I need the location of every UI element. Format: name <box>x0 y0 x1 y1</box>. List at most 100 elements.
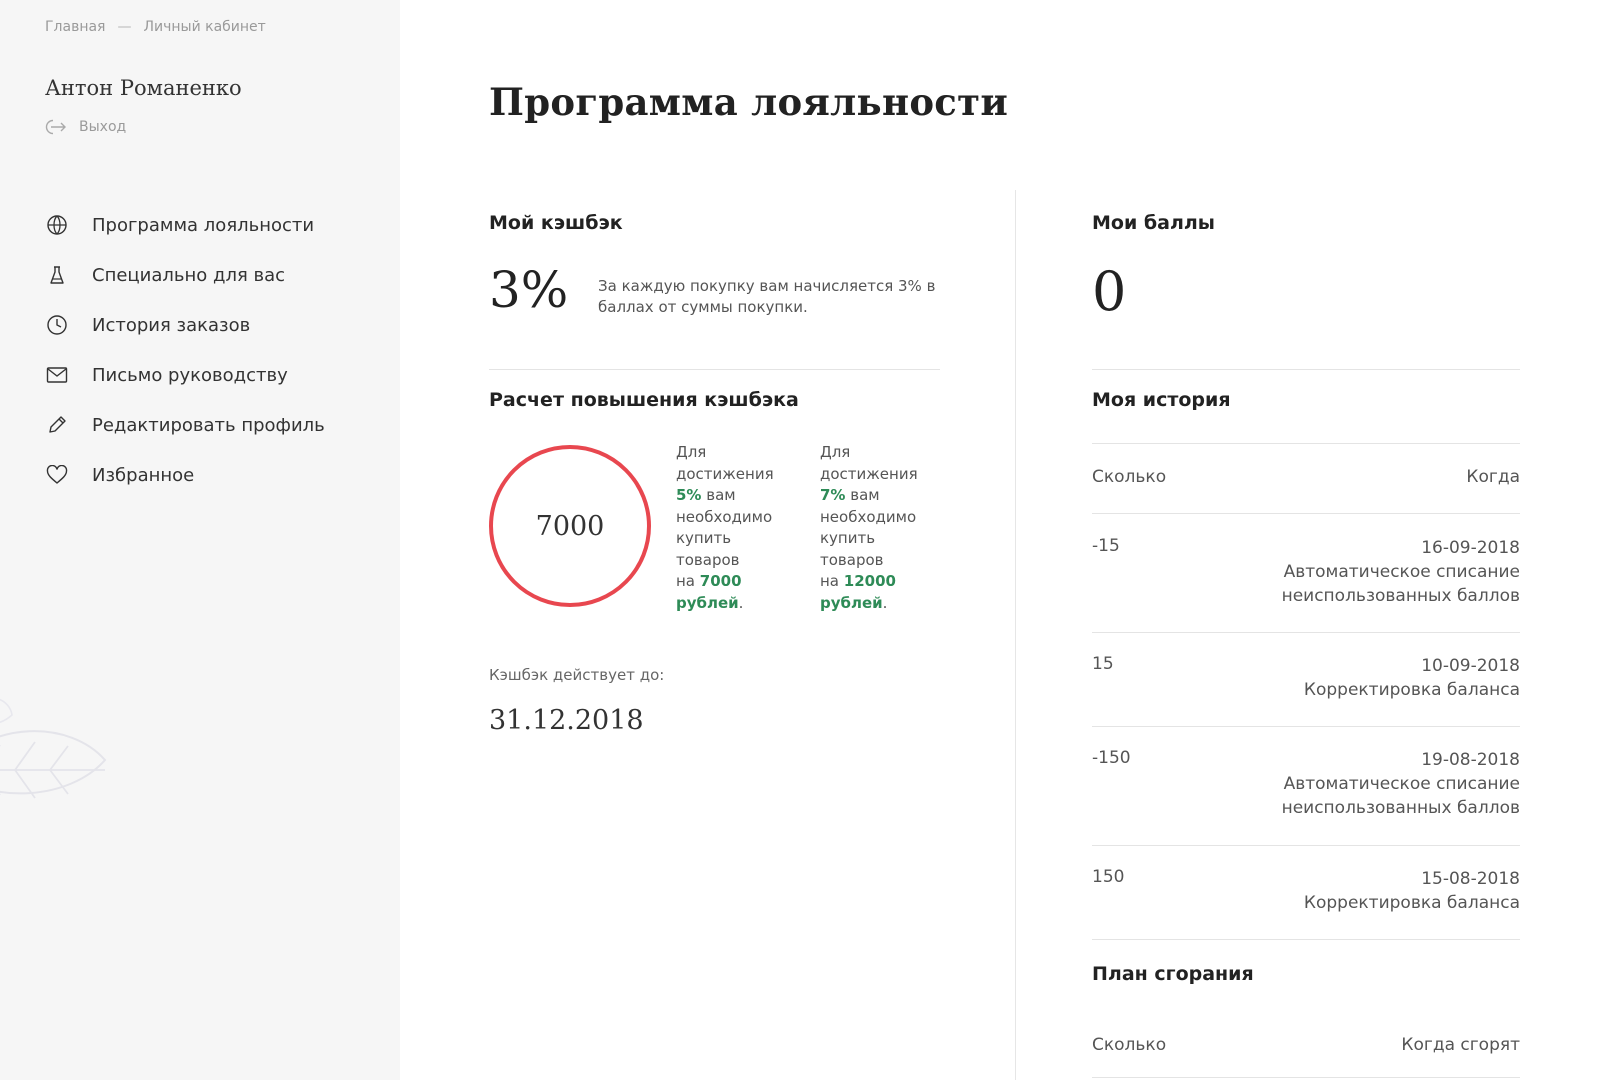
history-description: неиспользованных баллов <box>1281 586 1520 606</box>
tier-text: необходимо <box>820 507 917 526</box>
cashback-valid-date: 31.12.2018 <box>489 705 644 736</box>
tier-text: . <box>738 593 744 612</box>
section-divider <box>1092 369 1520 370</box>
tier-currency: рублей <box>676 593 739 612</box>
tier-text: на 12000 <box>820 571 940 593</box>
cashback-tier-7: Для достижения 7% вам необходимо купить … <box>820 442 940 614</box>
sidebar: Главная — Личный кабинет Антон Романенко… <box>0 0 400 1080</box>
clock-icon <box>45 313 69 337</box>
cashback-title: Мой кэшбэк <box>489 212 623 234</box>
tier-text: достижения <box>820 464 918 483</box>
history-details: 19-08-2018 Автоматическое списание неисп… <box>1282 748 1520 820</box>
tier-percent: 7% <box>820 486 846 504</box>
sidebar-item-label: История заказов <box>92 314 251 336</box>
tier-text: Для <box>820 443 851 461</box>
table-divider <box>1092 726 1520 727</box>
section-divider <box>489 369 940 370</box>
gift-icon <box>45 263 69 287</box>
tier-currency: рублей <box>820 593 883 612</box>
logout-label: Выход <box>79 119 127 135</box>
history-details: 15-08-2018 Корректировка баланса <box>1304 867 1520 915</box>
history-date: 19-08-2018 <box>1421 750 1520 770</box>
cashback-calc-title: Расчет повышения кэшбэка <box>489 389 799 411</box>
tier-text: рублей. <box>820 593 940 615</box>
history-amount: -150 <box>1092 748 1131 768</box>
burn-table-header: Сколько Когда сгорят <box>1092 1035 1520 1055</box>
breadcrumb: Главная — Личный кабинет <box>45 19 266 35</box>
user-name: Антон Романенко <box>45 76 242 100</box>
table-divider <box>1092 939 1520 940</box>
envelope-icon <box>45 363 69 387</box>
tier-text: 5% вам <box>676 485 796 507</box>
tier-text: Для <box>676 443 707 461</box>
column-header-burn-when: Когда сгорят <box>1401 1035 1520 1055</box>
history-amount: 150 <box>1092 867 1125 887</box>
history-row: 15 10-09-2018 Корректировка баланса <box>1092 654 1520 702</box>
heart-icon <box>45 463 69 487</box>
logout-link[interactable]: Выход <box>45 119 126 135</box>
table-divider <box>1092 513 1520 514</box>
sidebar-nav: Программа лояльности Специально для вас … <box>45 196 375 504</box>
column-divider <box>1015 190 1016 1080</box>
points-title: Мои баллы <box>1092 212 1215 234</box>
table-divider <box>1092 632 1520 633</box>
breadcrumb-home-link[interactable]: Главная <box>45 19 105 35</box>
points-value: 0 <box>1092 260 1127 323</box>
history-description: неиспользованных баллов <box>1281 798 1520 818</box>
history-row: 150 15-08-2018 Корректировка баланса <box>1092 867 1520 915</box>
sidebar-item-label: Избранное <box>92 464 195 486</box>
breadcrumb-current: Личный кабинет <box>143 19 266 35</box>
pencil-icon <box>45 413 69 437</box>
column-header-when: Когда <box>1466 467 1520 487</box>
history-description: Автоматическое списание <box>1283 562 1520 582</box>
sidebar-item-label: Программа лояльности <box>92 214 315 236</box>
history-date: 15-08-2018 <box>1421 869 1520 889</box>
table-divider <box>1092 1077 1520 1078</box>
tier-text: рублей. <box>676 593 796 615</box>
section-divider <box>1092 443 1520 444</box>
tier-text: достижения <box>676 464 774 483</box>
loyalty-icon <box>45 213 69 237</box>
breadcrumb-separator: — <box>117 19 132 35</box>
tier-text: необходимо <box>676 507 773 526</box>
history-row: -150 19-08-2018 Автоматическое списание … <box>1092 748 1520 820</box>
logout-icon <box>45 119 67 135</box>
cashback-valid-label: Кэшбэк действует до: <box>489 666 665 684</box>
history-table-header: Сколько Когда <box>1092 467 1520 487</box>
history-row: -15 16-09-2018 Автоматическое списание н… <box>1092 536 1520 608</box>
sidebar-item-label: Письмо руководству <box>92 364 288 386</box>
sidebar-item-label: Редактировать профиль <box>92 414 325 436</box>
history-details: 16-09-2018 Автоматическое списание неисп… <box>1282 536 1520 608</box>
leaf-decoration <box>0 690 120 814</box>
tier-text: на <box>676 572 700 590</box>
tier-text: на 7000 <box>676 571 796 593</box>
history-amount: -15 <box>1092 536 1120 556</box>
tier-text: . <box>882 593 888 612</box>
tier-amount: 12000 <box>843 572 896 590</box>
tier-text: вам <box>845 486 880 504</box>
tier-text: купить <box>676 529 732 547</box>
history-date: 10-09-2018 <box>1421 656 1520 676</box>
history-details: 10-09-2018 Корректировка баланса <box>1304 654 1520 702</box>
history-description: Корректировка баланса <box>1303 893 1520 913</box>
tier-text: купить <box>820 529 876 547</box>
tier-percent: 5% <box>676 486 702 504</box>
history-title: Моя история <box>1092 389 1231 411</box>
history-description: Автоматическое списание <box>1283 774 1520 794</box>
tier-amount: 7000 <box>699 572 742 590</box>
tier-text: 7% вам <box>820 485 940 507</box>
cashback-description: За каждую покупку вам начисляется 3% в б… <box>598 277 936 316</box>
sidebar-item-label: Специально для вас <box>92 264 286 286</box>
history-date: 16-09-2018 <box>1421 538 1520 558</box>
table-divider <box>1092 845 1520 846</box>
column-header-amount: Сколько <box>1092 1035 1167 1055</box>
tier-text: на <box>820 572 844 590</box>
tier-text: товаров <box>676 550 740 569</box>
history-description: Корректировка баланса <box>1303 680 1520 700</box>
cashback-tier-5: Для достижения 5% вам необходимо купить … <box>676 442 796 614</box>
sidebar-item-favorites[interactable]: Избранное <box>45 446 375 504</box>
tier-text: товаров <box>820 550 884 569</box>
column-header-amount: Сколько <box>1092 467 1167 487</box>
history-amount: 15 <box>1092 654 1114 674</box>
cashback-value: 3% <box>489 261 569 319</box>
